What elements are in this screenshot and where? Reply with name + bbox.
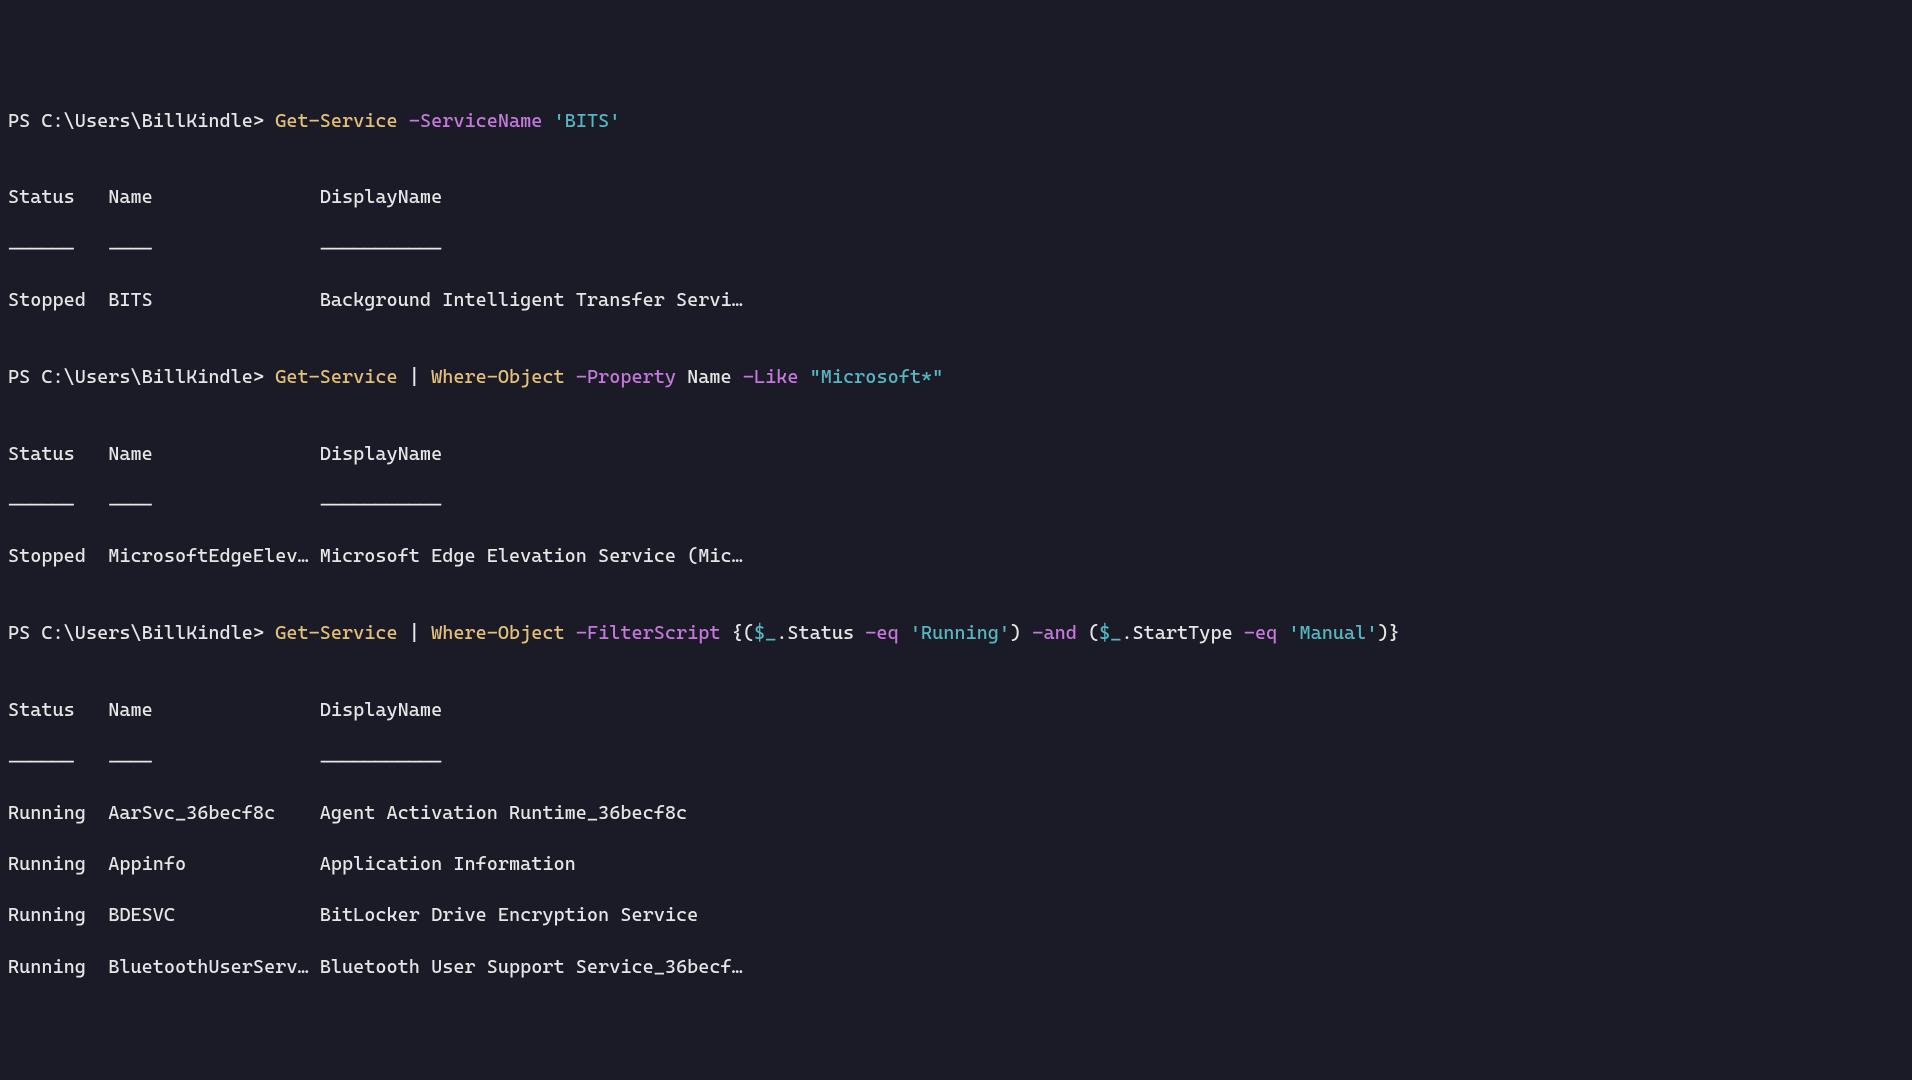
operator: -eq xyxy=(865,622,898,644)
table-dashes: ------ ---- ----------- xyxy=(8,493,1904,519)
col-displayname: DisplayName xyxy=(320,186,442,208)
cmdlet: Where-Object xyxy=(431,366,565,388)
dash-status: ------ xyxy=(8,238,108,260)
table-row: Stopped MicrosoftEdgeElev… Microsoft Edg… xyxy=(8,544,1904,570)
dash-name: ---- xyxy=(108,238,320,260)
cell-name: BITS xyxy=(108,289,320,311)
command-line-3: PS C:\Users\BillKindle> Get-Service | Wh… xyxy=(8,621,1904,647)
automatic-var: $_ xyxy=(1099,622,1121,644)
param: -ServiceName xyxy=(409,110,543,132)
dash-displayname: ----------- xyxy=(320,238,442,260)
param: -Like xyxy=(743,366,799,388)
table-row: Running AarSvc_36becf8c Agent Activation… xyxy=(8,801,1904,827)
automatic-var: $_ xyxy=(754,622,776,644)
param-value: Name xyxy=(687,366,732,388)
pipe: | xyxy=(398,366,431,388)
operator: -eq xyxy=(1244,622,1277,644)
table-row: Stopped BITS Background Intelligent Tran… xyxy=(8,288,1904,314)
col-name: Name xyxy=(108,186,320,208)
cmdlet: Get-Service xyxy=(275,366,397,388)
string-arg: "Microsoft*" xyxy=(810,366,944,388)
cmdlet: Get-Service xyxy=(275,622,397,644)
prompt-gt: > xyxy=(253,110,275,132)
table-row: Running BDESVC BitLocker Drive Encryptio… xyxy=(8,903,1904,929)
brace-open: { xyxy=(732,622,743,644)
table-dashes: ------ ---- ----------- xyxy=(8,750,1904,776)
table-row: Running BluetoothUserServ… Bluetooth Use… xyxy=(8,955,1904,981)
table-row: Running Appinfo Application Information xyxy=(8,852,1904,878)
string-arg: 'Manual' xyxy=(1277,622,1377,644)
string-arg: 'BITS' xyxy=(554,110,621,132)
cell-displayname: Background Intelligent Transfer Servi… xyxy=(320,289,743,311)
table-header: Status Name DisplayName xyxy=(8,185,1904,211)
cmdlet: Get-Service xyxy=(275,110,397,132)
prompt-ps: PS xyxy=(8,110,41,132)
table-header: Status Name DisplayName xyxy=(8,442,1904,468)
table-dashes: ------ ---- ----------- xyxy=(8,237,1904,263)
command-line-1: PS C:\Users\BillKindle> Get-Service -Ser… xyxy=(8,109,1904,135)
command-line-2: PS C:\Users\BillKindle> Get-Service | Wh… xyxy=(8,365,1904,391)
prompt-path: C:\Users\BillKindle xyxy=(41,110,253,132)
col-status: Status xyxy=(8,186,108,208)
brace-close: } xyxy=(1389,622,1400,644)
operator-and: -and xyxy=(1021,622,1088,644)
table-header: Status Name DisplayName xyxy=(8,698,1904,724)
param: -FilterScript xyxy=(576,622,721,644)
string-arg: 'Running' xyxy=(899,622,1010,644)
terminal-output[interactable]: PS C:\Users\BillKindle> Get-Service -Ser… xyxy=(8,109,1904,1006)
param: -Property xyxy=(576,366,676,388)
cell-status: Stopped xyxy=(8,289,108,311)
cmdlet: Where-Object xyxy=(431,622,565,644)
